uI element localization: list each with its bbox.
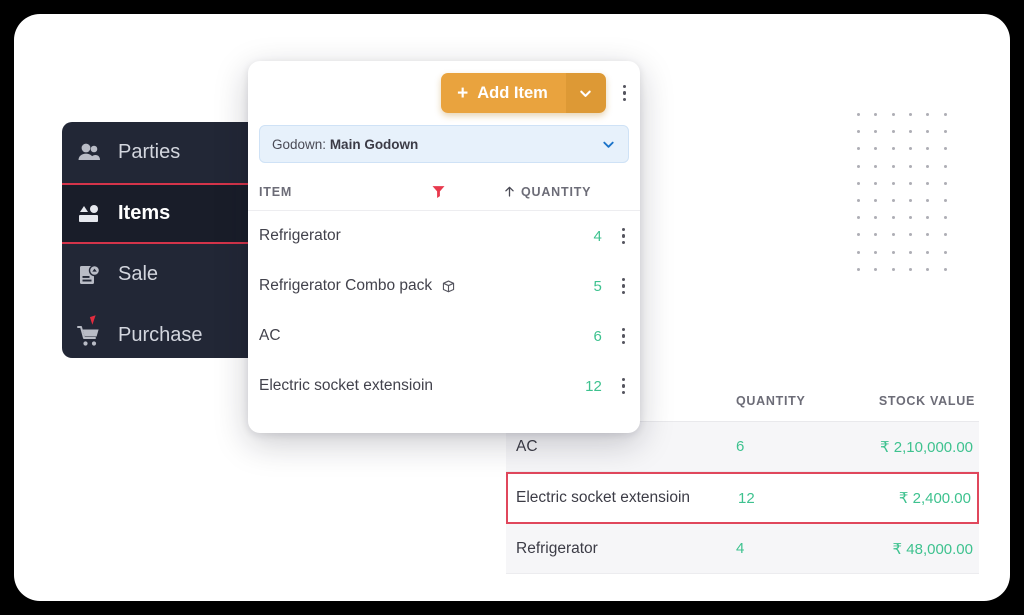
row-kebab-menu-icon[interactable] — [618, 374, 629, 398]
item-quantity: 4 — [593, 227, 602, 245]
list-item[interactable]: Refrigerator Combo pack 5 — [248, 261, 640, 311]
stock-row-name: Refrigerator — [516, 539, 598, 557]
item-quantity: 5 — [593, 277, 602, 295]
stock-col-stock-value[interactable]: STOCK VALUE — [846, 394, 979, 408]
filter-button[interactable] — [431, 184, 503, 199]
table-row[interactable]: Refrigerator 4 ₹ 48,000.00 — [506, 524, 979, 574]
item-quantity: 6 — [593, 327, 602, 345]
row-kebab-menu-icon[interactable] — [618, 324, 629, 348]
stock-row-name: Electric socket extensioin — [516, 489, 691, 506]
item-name-text: Electric socket extensioin — [259, 377, 434, 394]
row-kebab-menu-icon[interactable] — [618, 224, 629, 248]
sidebar-item-purchase[interactable]: Purchase — [62, 305, 258, 358]
people-icon — [76, 140, 102, 166]
items-popup-panel: + Add Item Godown: Main Godown ITEM QUAN… — [248, 61, 640, 433]
sidebar-item-label: Items — [118, 202, 171, 224]
add-item-button-group[interactable]: + Add Item — [441, 73, 606, 113]
cart-icon — [76, 323, 102, 349]
item-quantity: 12 — [585, 377, 602, 395]
screenshot-root: QUANTITY STOCK VALUE AC 6 ₹ 2,10,000.00 … — [0, 0, 1024, 615]
list-item[interactable]: Refrigerator 4 — [248, 211, 640, 261]
item-name: Electric socket extensioin — [259, 377, 546, 395]
add-item-dropdown-toggle[interactable] — [565, 73, 606, 113]
item-name-text: Refrigerator Combo pack — [259, 277, 433, 294]
stock-row-value: ₹ 2,10,000.00 — [880, 438, 973, 456]
filter-icon — [432, 186, 445, 198]
stock-row-value: ₹ 48,000.00 — [892, 540, 973, 558]
sidebar-item-label: Purchase — [118, 324, 203, 346]
godown-label: Godown: Main Godown — [272, 137, 601, 152]
item-name: Refrigerator — [259, 227, 546, 245]
list-item[interactable]: AC 6 — [248, 311, 640, 361]
items-icon — [76, 201, 102, 227]
item-name-text: AC — [259, 327, 281, 344]
popup-column-header: ITEM QUANTITY — [248, 173, 640, 211]
popup-toolbar: + Add Item — [248, 61, 640, 125]
sidebar-item-items[interactable]: Items — [62, 183, 258, 244]
godown-prefix: Godown: — [272, 136, 327, 152]
sidebar-item-parties[interactable]: Parties — [62, 122, 258, 183]
stock-row-quantity: 12 — [738, 489, 755, 507]
kebab-menu-icon[interactable] — [619, 81, 630, 105]
item-name: Refrigerator Combo pack — [259, 277, 546, 295]
add-item-button[interactable]: + Add Item — [441, 73, 566, 113]
plus-icon: + — [457, 82, 469, 104]
stock-row-quantity: 4 — [736, 540, 745, 557]
sidebar-item-label: Sale — [118, 263, 159, 285]
arrow-up-icon — [505, 186, 514, 197]
table-row-highlighted[interactable]: Electric socket extensioin 12 ₹ 2,400.00 — [506, 472, 979, 524]
item-name-text: Refrigerator — [259, 227, 341, 244]
item-name: AC — [259, 327, 546, 345]
chevron-down-icon — [580, 90, 592, 97]
sidebar: Parties Items Sale Purchase — [62, 122, 258, 358]
add-item-label: Add Item — [477, 83, 548, 102]
stock-row-quantity: 6 — [736, 438, 745, 455]
column-item[interactable]: ITEM — [259, 185, 431, 199]
list-item[interactable]: Electric socket extensioin 12 — [248, 361, 640, 411]
row-kebab-menu-icon[interactable] — [618, 274, 629, 298]
stock-col-quantity[interactable]: QUANTITY — [736, 394, 846, 408]
column-quantity-label: QUANTITY — [521, 184, 592, 199]
stock-row-name: AC — [516, 437, 538, 455]
dot-grid-decoration — [850, 106, 954, 278]
chevron-down-icon — [603, 141, 614, 148]
sidebar-item-sale[interactable]: Sale — [62, 244, 258, 305]
stock-row-value: ₹ 2,400.00 — [898, 490, 971, 507]
sidebar-item-label: Parties — [118, 141, 181, 163]
godown-value: Main Godown — [329, 136, 419, 152]
godown-selector[interactable]: Godown: Main Godown — [259, 125, 629, 163]
document-icon — [76, 262, 102, 288]
box-icon — [443, 280, 455, 292]
column-quantity[interactable]: QUANTITY — [503, 185, 629, 199]
app-window: QUANTITY STOCK VALUE AC 6 ₹ 2,10,000.00 … — [14, 14, 1010, 601]
